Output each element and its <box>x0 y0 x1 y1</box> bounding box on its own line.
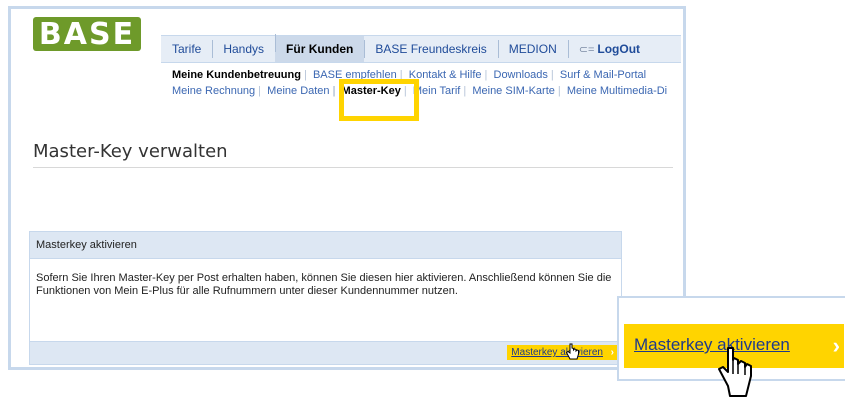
panel-text-line-1: Sofern Sie Ihren Master-Key per Post erh… <box>36 272 612 284</box>
subnav-master-key[interactable]: Master-Key <box>333 85 407 97</box>
panel-text-line-2: Funktionen von Mein E-Plus für alle Rufn… <box>36 285 458 297</box>
subnav-row-1: Meine Kundenbetreuung BASE empfehlen Kon… <box>172 69 652 81</box>
nav-tarife[interactable]: Tarife <box>161 42 212 56</box>
base-logo[interactable]: BASE <box>33 17 141 52</box>
browser-page: BASE Tarife Handys Für Kunden BASE Freun… <box>8 6 686 370</box>
nav-medion[interactable]: MEDION <box>497 40 568 58</box>
page-title: Master-Key verwalten <box>33 141 228 162</box>
masterkey-panel: Masterkey aktivieren Sofern Sie Ihren Ma… <box>29 231 622 365</box>
panel-heading: Masterkey aktivieren <box>30 232 621 259</box>
panel-body: Sofern Sie Ihren Master-Key per Post erh… <box>30 259 621 298</box>
zoom-button-label: Masterkey aktivieren <box>634 335 790 354</box>
chevron-right-icon: › <box>610 347 614 358</box>
subnav-downloads[interactable]: Downloads <box>484 69 554 81</box>
nav-fuer-kunden[interactable]: Für Kunden <box>275 34 365 62</box>
subnav-kontakt-hilfe[interactable]: Kontakt & Hilfe <box>400 69 488 81</box>
key-icon: ⊂= <box>578 44 595 56</box>
nav-handys[interactable]: Handys <box>212 40 275 58</box>
logout-label: LogOut <box>597 42 641 56</box>
hand-cursor-icon <box>718 347 752 397</box>
subnav-meine-rechnung[interactable]: Meine Rechnung <box>172 85 261 97</box>
nav-base-freundeskreis[interactable]: BASE Freundeskreis <box>364 40 497 58</box>
zoom-masterkey-aktivieren-button[interactable]: Masterkey aktivieren › <box>624 324 844 397</box>
subnav-meine-kundenbetreuung[interactable]: Meine Kundenbetreuung <box>172 69 307 81</box>
subnav-meine-daten[interactable]: Meine Daten <box>258 85 335 97</box>
subnav-mein-tarif[interactable]: Mein Tarif <box>404 85 466 97</box>
nav-logout[interactable]: ⊂= LogOut <box>567 40 651 58</box>
subnav-base-empfehlen[interactable]: BASE empfehlen <box>304 69 403 81</box>
subnav-meine-sim-karte[interactable]: Meine SIM-Karte <box>463 85 561 97</box>
subnav-row-2: Meine Rechnung Meine Daten Master-Key Me… <box>172 85 673 97</box>
hand-cursor-icon <box>565 343 579 360</box>
subnav-surf-mail-portal[interactable]: Surf & Mail-Portal <box>551 69 652 81</box>
title-divider <box>33 167 673 168</box>
masterkey-aktivieren-label: Masterkey aktivieren <box>511 347 603 358</box>
masterkey-aktivieren-button[interactable]: Masterkey aktivieren › <box>507 343 617 360</box>
top-navigation: Tarife Handys Für Kunden BASE Freundeskr… <box>161 34 681 63</box>
chevron-right-icon: › <box>832 333 840 358</box>
zoom-callout: Masterkey aktivieren › <box>617 296 845 397</box>
subnav-meine-multimedia[interactable]: Meine Multimedia-Di <box>558 85 673 97</box>
panel-footer: Masterkey aktivieren › <box>30 341 621 364</box>
